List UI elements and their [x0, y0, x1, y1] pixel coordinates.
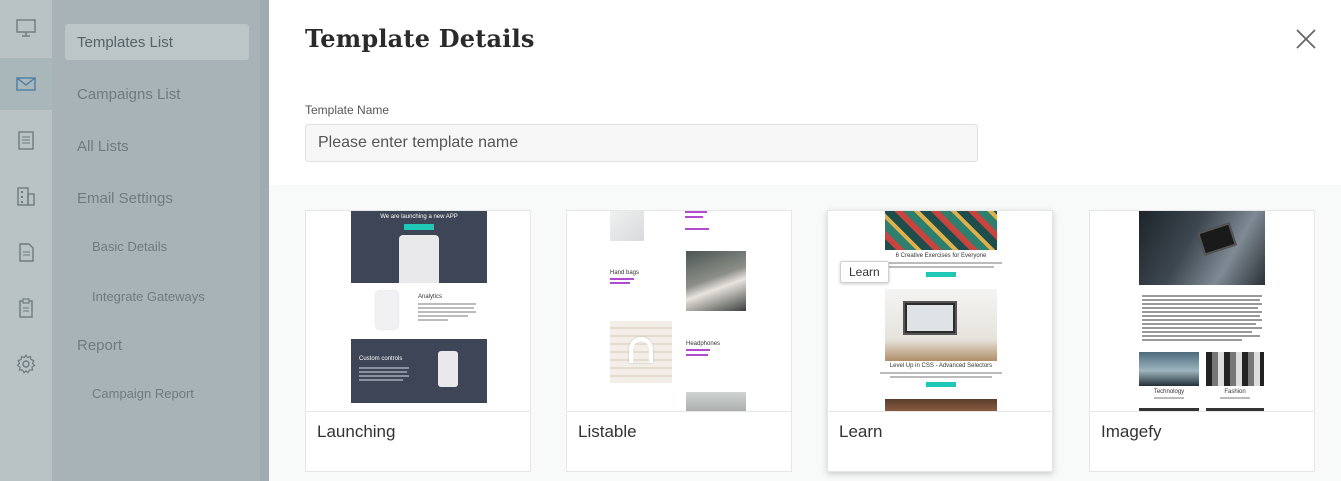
envelope-icon [16, 77, 36, 91]
template-thumbnail-imagefy: Technology Fashion [1090, 211, 1314, 412]
rail-file[interactable] [0, 226, 52, 278]
tooltip: Learn [840, 261, 889, 283]
template-thumbnail-learn: 6 Creative Exercises for Everyone Level … [828, 211, 1052, 412]
preview-heading-2: Level Up in CSS - Advanced Selectors [889, 363, 993, 369]
template-card-listable[interactable]: Hand bags Headphones Listable [566, 210, 792, 472]
preview-caption-1: Technology [1153, 389, 1185, 395]
preview-section-1: Analytics [418, 294, 443, 300]
template-name-label: Template Name [305, 103, 390, 117]
preview-product-watch [610, 211, 644, 241]
preview-section-2: Custom controls [359, 356, 403, 362]
sidebar-edge [260, 0, 269, 481]
sidebar-item-campaigns-list[interactable]: Campaigns List [65, 76, 249, 112]
sidebar-menu: Templates List Campaigns List All Lists … [52, 0, 269, 481]
document-icon [18, 131, 34, 150]
preview-tech-image [1139, 352, 1199, 386]
rail-building[interactable] [0, 170, 52, 222]
rail-document[interactable] [0, 114, 52, 166]
template-card-learn[interactable]: 6 Creative Exercises for Everyone Level … [827, 210, 1053, 472]
building-icon [17, 187, 35, 206]
preview-craft-image [885, 211, 997, 250]
monitor-icon [16, 19, 36, 37]
template-name-learn: Learn [839, 422, 883, 441]
preview-phone [399, 235, 439, 283]
preview-item-2: Headphones [686, 341, 721, 347]
preview-product-bag [686, 251, 746, 311]
template-details-panel: Template Details Template Name We are la… [269, 0, 1341, 481]
preview-fashion-image [1206, 352, 1264, 386]
template-gallery: We are launching a new APP Analytics Cus… [269, 185, 1341, 481]
preview-heading-1: 6 Creative Exercises for Everyone [895, 253, 987, 259]
sidebar-item-templates-list[interactable]: Templates List [65, 24, 249, 60]
icon-rail [0, 0, 52, 481]
preview-cta [404, 224, 434, 230]
preview-item-1: Hand bags [610, 270, 640, 276]
panel-title: Template Details [305, 24, 535, 53]
preview-headline: We are launching a new APP [380, 214, 458, 220]
template-thumbnail-launching: We are launching a new APP Analytics Cus… [306, 211, 530, 412]
sidebar-item-all-lists[interactable]: All Lists [65, 128, 249, 164]
gear-icon [16, 353, 36, 374]
file-icon [19, 243, 34, 262]
preview-phone-small [376, 291, 398, 329]
template-name-imagefy: Imagefy [1101, 422, 1162, 441]
template-card-launching[interactable]: We are launching a new APP Analytics Cus… [305, 210, 531, 472]
rail-monitor[interactable] [0, 2, 52, 54]
sidebar-subitem-basic-details[interactable]: Basic Details [92, 239, 167, 254]
rail-settings[interactable] [0, 338, 52, 390]
sidebar-item-email-settings[interactable]: Email Settings [65, 180, 249, 216]
close-icon [1296, 29, 1316, 49]
sidebar-subitem-campaign-report[interactable]: Campaign Report [92, 386, 194, 401]
rail-clipboard[interactable] [0, 282, 52, 334]
clipboard-icon [19, 298, 33, 318]
template-name-launching: Launching [317, 422, 396, 441]
template-name-listable: Listable [578, 422, 637, 441]
rail-envelope[interactable] [0, 58, 52, 110]
preview-product-next [686, 392, 746, 411]
template-thumbnail-listable: Hand bags Headphones [567, 211, 791, 412]
close-button[interactable] [1293, 26, 1319, 52]
template-name-input[interactable] [305, 124, 978, 162]
template-card-imagefy[interactable]: Technology Fashion Imagefy [1089, 210, 1315, 472]
preview-caption-2: Fashion [1224, 389, 1246, 395]
sidebar-item-report[interactable]: Report [65, 327, 249, 363]
sidebar-subitem-integrate-gateways[interactable]: Integrate Gateways [92, 289, 205, 304]
